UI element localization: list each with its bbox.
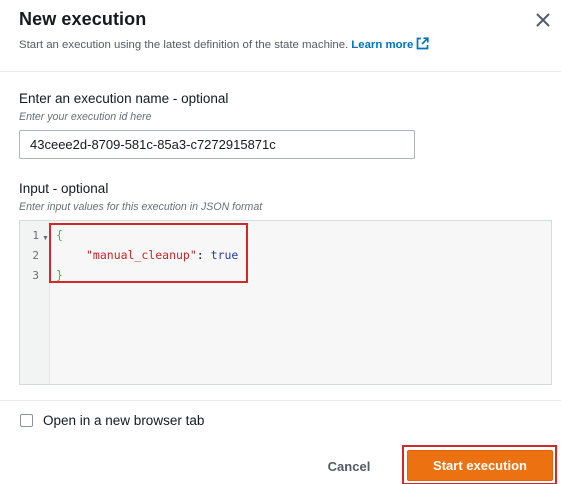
json-open-brace: { <box>56 228 63 242</box>
line-number: 2 <box>32 249 39 262</box>
learn-more-link[interactable]: Learn more <box>351 37 429 51</box>
line-number: 1 <box>32 229 39 242</box>
fold-arrow-icon[interactable]: ▼ <box>42 235 49 242</box>
json-close-brace: } <box>56 268 63 282</box>
json-key: "manual_cleanup" <box>86 248 197 262</box>
json-colon: : <box>196 248 211 262</box>
dialog-header: New execution Start an execution using t… <box>0 0 561 72</box>
code-line-2: "manual_cleanup": true <box>86 248 238 262</box>
close-icon[interactable] <box>533 10 553 30</box>
dialog-subtitle: Start an execution using the latest defi… <box>19 37 429 51</box>
execution-name-label: Enter an execution name - optional <box>19 91 229 106</box>
open-new-tab-checkbox[interactable] <box>20 414 33 427</box>
start-execution-button[interactable]: Start execution <box>407 450 553 481</box>
execution-name-hint: Enter your execution id here <box>19 111 152 123</box>
cancel-button[interactable]: Cancel <box>316 454 382 480</box>
dialog-title: New execution <box>19 9 147 29</box>
external-link-icon <box>416 37 429 50</box>
json-value: true <box>210 248 239 262</box>
open-new-tab-label: Open in a new browser tab <box>43 413 205 428</box>
footer-divider <box>0 400 561 401</box>
line-number: 3 <box>32 269 39 282</box>
code-line-3: } <box>56 268 63 282</box>
execution-name-input[interactable] <box>19 130 415 159</box>
line-number-gutter: 1 2 3 ▼ <box>20 221 50 384</box>
input-hint: Enter input values for this execution in… <box>19 201 263 213</box>
json-input-editor[interactable]: 1 2 3 ▼ { "manual_cleanup": true } <box>19 220 552 385</box>
input-label: Input - optional <box>19 181 109 196</box>
subtitle-text: Start an execution using the latest defi… <box>19 39 349 51</box>
code-line-1: { <box>56 228 63 242</box>
learn-more-label: Learn more <box>351 39 414 51</box>
new-execution-dialog: New execution Start an execution using t… <box>0 0 561 484</box>
